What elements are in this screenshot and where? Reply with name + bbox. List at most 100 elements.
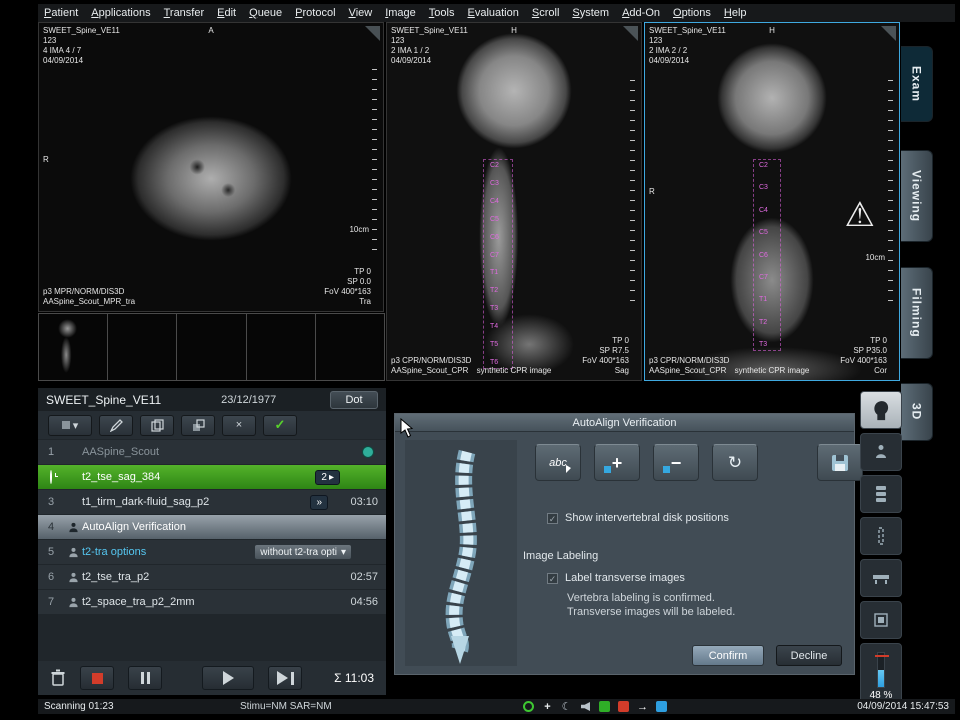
tab-exam[interactable]: Exam xyxy=(901,46,933,122)
menu-item[interactable]: Applications xyxy=(91,7,150,19)
pause-icon xyxy=(147,672,150,684)
caret-down-icon: ▾ xyxy=(341,547,346,558)
cancel-step-button[interactable]: × xyxy=(222,415,256,436)
cursor-icon xyxy=(566,465,571,473)
vertebra-label: T3 xyxy=(759,341,768,348)
menu-item[interactable]: Tools xyxy=(429,7,455,19)
alert-red-icon xyxy=(617,700,630,713)
corner-fold-icon[interactable] xyxy=(623,26,638,41)
tab-filming[interactable]: Filming xyxy=(901,267,933,359)
checkbox-checked-icon[interactable]: ✓ xyxy=(547,513,558,524)
menu-item[interactable]: Evaluation xyxy=(467,7,518,19)
synthetic-image-note: synthetic CPR image xyxy=(477,366,552,376)
stop-button[interactable] xyxy=(80,666,114,690)
thumbnail-empty[interactable] xyxy=(315,313,385,381)
scanning-status: Scanning 01:23 xyxy=(44,701,234,712)
edit-protocol-button[interactable] xyxy=(99,415,133,436)
protocol-row-selected[interactable]: 4 AutoAlign Verification xyxy=(38,515,386,539)
protocol-row[interactable]: 6 t2_tse_tra_p2 02:57 xyxy=(38,565,386,589)
menu-item[interactable]: Options xyxy=(673,7,711,19)
minus-icon: − xyxy=(671,454,682,472)
protocol-duration: 03:10 xyxy=(334,496,378,508)
confirm-note-1: Vertebra labeling is confirmed. xyxy=(567,592,715,604)
menu-item[interactable]: Image xyxy=(385,7,416,19)
thumbnail-sagittal[interactable] xyxy=(38,313,108,381)
protocol-label: AASpine_Scout xyxy=(82,446,362,458)
protocol-label: t2_space_tra_p2_2mm xyxy=(82,596,334,608)
menu-item[interactable]: Protocol xyxy=(295,7,335,19)
apply-button[interactable]: ✓ xyxy=(263,415,297,436)
add-vertebra-button[interactable]: + xyxy=(594,444,640,481)
label-transverse-checkbox-row[interactable]: ✓ Label transverse images xyxy=(547,572,685,584)
orientation-label-top: A xyxy=(208,26,213,36)
skip-to-end-button[interactable] xyxy=(268,666,302,690)
orientation-label-top: H xyxy=(511,26,517,36)
body-region-icon xyxy=(873,612,889,628)
show-disks-checkbox-row[interactable]: ✓ Show intervertebral disk positions xyxy=(547,512,729,524)
table-position-button[interactable] xyxy=(860,559,902,597)
vertebra-label: C3 xyxy=(490,180,499,187)
thumbnail-empty[interactable] xyxy=(176,313,246,381)
queue-badge: 2▸ xyxy=(315,470,340,485)
remove-vertebra-button[interactable]: − xyxy=(653,444,699,481)
checkbox-checked-icon[interactable]: ✓ xyxy=(547,573,558,584)
vertebra-label: C6 xyxy=(759,252,768,259)
corner-fold-icon[interactable] xyxy=(365,26,380,41)
protocol-row[interactable]: 7 t2_space_tra_p2_2mm 04:56 xyxy=(38,590,386,614)
menu-item[interactable]: Transfer xyxy=(164,7,205,19)
menu-item[interactable]: System xyxy=(572,7,609,19)
patient-head-button[interactable] xyxy=(860,391,902,429)
protocol-row[interactable]: 5 t2-tra options without t2-tra opti▾ xyxy=(38,540,386,564)
chevrons-badge: » xyxy=(310,495,328,510)
menu-item[interactable]: View xyxy=(349,7,373,19)
tab-viewing[interactable]: Viewing xyxy=(901,150,933,242)
rotate-view-button[interactable]: ↻ xyxy=(712,444,758,481)
play-button[interactable] xyxy=(202,666,254,690)
side-tool-column: 48 % xyxy=(860,391,902,713)
save-button[interactable] xyxy=(817,444,863,481)
menu-item[interactable]: Queue xyxy=(249,7,282,19)
duplicate-protocol-button[interactable] xyxy=(181,415,215,436)
patient-model-button[interactable] xyxy=(860,433,902,471)
protocol-row[interactable]: 3 t1_tirm_dark-fluid_sag_p2 » 03:10 xyxy=(38,490,386,514)
viewport-sagittal[interactable]: C2C3C4C5C6C7T1T2T3T4T5T6 SWEET_Spine_VE1… xyxy=(386,22,642,381)
spine-coil-button[interactable] xyxy=(860,517,902,555)
warning-icon: ⚠ xyxy=(845,195,875,235)
protocol-row-active[interactable]: t2_tse_sag_384 2▸ xyxy=(38,465,386,489)
vertebra-chip-icon xyxy=(663,466,670,473)
menu-item[interactable]: Add-On xyxy=(622,7,660,19)
gauge-bar-icon xyxy=(877,652,885,688)
technique-overlay: p3 CPR/NORM/DIS3D AASpine_Scout_CPR xyxy=(649,356,729,376)
menu-item[interactable]: Help xyxy=(724,7,747,19)
menu-item[interactable]: Scroll xyxy=(532,7,560,19)
thumbnail-empty[interactable] xyxy=(246,313,316,381)
pause-button[interactable] xyxy=(128,666,162,690)
vertebra-chip-icon xyxy=(604,466,611,473)
confirm-button[interactable]: Confirm xyxy=(692,645,764,666)
vertebra-label: T1 xyxy=(490,269,499,276)
dialog-title[interactable]: AutoAlign Verification xyxy=(395,414,854,432)
protocol-list: 1 AASpine_Scout t2_tse_sag_384 2▸ 3 t1_t… xyxy=(38,440,386,615)
pencil-icon xyxy=(110,419,123,432)
mouse-cursor xyxy=(400,418,414,443)
vertebra-label: C4 xyxy=(490,198,499,205)
trash-icon[interactable] xyxy=(50,669,66,687)
protocol-options-dropdown[interactable]: ▾ xyxy=(48,415,92,436)
person-icon xyxy=(64,572,82,583)
tra-options-dropdown[interactable]: without t2-tra opti▾ xyxy=(254,544,352,560)
decline-button[interactable]: Decline xyxy=(776,645,842,666)
thumbnail-empty[interactable] xyxy=(107,313,177,381)
body-region-button[interactable] xyxy=(860,601,902,639)
copy-protocol-button[interactable] xyxy=(140,415,174,436)
tab-3d[interactable]: 3D xyxy=(901,383,933,441)
label-edit-button[interactable]: abc xyxy=(535,444,581,481)
protocol-row-scout[interactable]: 1 AASpine_Scout xyxy=(38,440,386,464)
corner-fold-icon[interactable] xyxy=(881,26,896,41)
dot-button[interactable]: Dot xyxy=(330,391,378,409)
viewport-coronal-selected[interactable]: C2C3C4C5C6C7T1T2T3 SWEET_Spine_VE11 123 … xyxy=(644,22,900,381)
menu-item[interactable]: Edit xyxy=(217,7,236,19)
menu-item[interactable]: Patient xyxy=(44,7,78,19)
coil-selection-button[interactable] xyxy=(860,475,902,513)
viewport-axial[interactable]: SWEET_Spine_VE11 123 4 IMA 4 / 7 04/09/2… xyxy=(38,22,384,312)
vertebra-label: C5 xyxy=(490,216,499,223)
